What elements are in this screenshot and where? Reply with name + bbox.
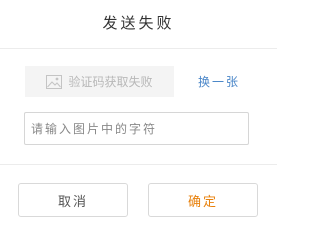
captcha-image[interactable]: 验证码获取失败	[25, 66, 174, 97]
dialog-title: 发送失败	[102, 14, 175, 32]
cancel-button[interactable]: 取消	[18, 183, 128, 217]
broken-image-icon	[46, 74, 63, 89]
footer-divider	[0, 164, 277, 165]
title-divider	[0, 48, 277, 49]
confirm-button[interactable]: 确定	[148, 183, 258, 217]
captcha-input[interactable]	[24, 112, 249, 145]
send-failed-dialog: 发送失败 验证码获取失败 换一张 取消 确定	[0, 0, 277, 236]
captcha-error-text: 验证码获取失败	[68, 75, 153, 89]
refresh-captcha-link[interactable]: 换一张	[198, 73, 240, 90]
